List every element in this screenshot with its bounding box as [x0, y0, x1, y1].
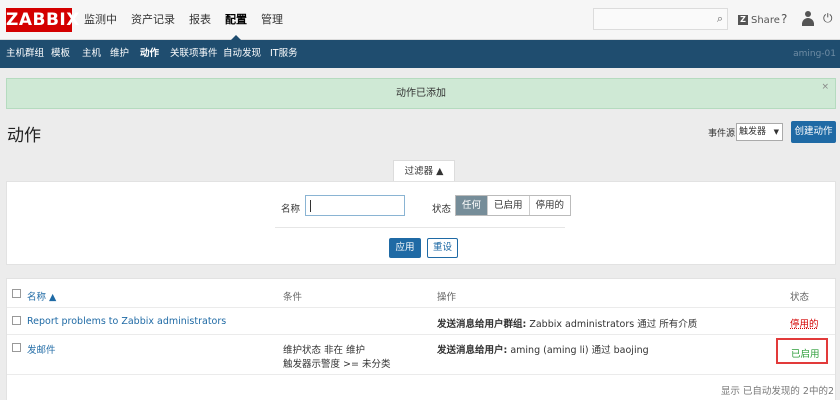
subnav-correlation[interactable]: 关联项事件	[170, 40, 218, 68]
action-name-link[interactable]: 发邮件	[27, 342, 56, 356]
status-option-any[interactable]: 任何	[456, 196, 489, 215]
nav-administration[interactable]: 管理	[261, 0, 283, 40]
dropdown-arrow-icon: ▼	[773, 128, 779, 136]
search-icon[interactable]: ⌕	[717, 12, 723, 26]
operation-type: 发送消息给用户群组:	[437, 319, 527, 330]
nav-configuration[interactable]: 配置	[225, 0, 247, 40]
action-operations: 发送消息给用户群组: Zabbix administrators 通过 所有介质	[437, 316, 697, 330]
zabbix-logo[interactable]: ZABBIX	[6, 8, 79, 32]
event-source-value: 触发器	[739, 127, 767, 137]
search-input[interactable]: ⌕	[593, 8, 728, 30]
column-name-header[interactable]: 名称 ▲	[27, 289, 56, 303]
action-name-link[interactable]: Report problems to Zabbix administrators	[27, 316, 226, 327]
close-icon[interactable]: ×	[821, 82, 829, 92]
operation-detail: Zabbix administrators 通过 所有介质	[526, 319, 698, 330]
column-conditions-header: 条件	[283, 292, 303, 303]
subnav-host-groups[interactable]: 主机群组	[6, 40, 44, 68]
status-enabled-highlight: 已启用	[776, 338, 828, 364]
main-nav: 监测中 资产记录 报表 配置 管理	[84, 0, 297, 40]
status-option-enabled[interactable]: 已启用	[488, 196, 530, 215]
status-option-disabled[interactable]: 停用的	[530, 196, 571, 215]
filter-panel	[6, 181, 836, 265]
nav-inventory[interactable]: 资产记录	[131, 0, 175, 40]
filter-name-input[interactable]	[305, 195, 405, 216]
table-row: Report problems to Zabbix administrators…	[7, 308, 835, 335]
subnav-discovery[interactable]: 自动发现	[223, 40, 261, 68]
row-checkbox[interactable]	[12, 316, 21, 325]
user-profile-icon[interactable]	[801, 11, 815, 27]
filter-divider	[275, 227, 565, 228]
status-enabled-link[interactable]: 已启用	[791, 346, 820, 360]
event-source-label: 事件源	[708, 129, 736, 139]
filter-status-label: 状态	[432, 204, 452, 215]
row-checkbox[interactable]	[12, 343, 21, 352]
success-message-text: 动作已添加	[396, 88, 446, 99]
nav-monitoring[interactable]: 监测中	[84, 0, 117, 40]
text-caret	[310, 200, 311, 212]
action-condition: 维护状态 非在 维护	[283, 345, 366, 356]
subnav-templates[interactable]: 模板	[51, 40, 70, 68]
table-row: 发邮件 维护状态 非在 维护 触发器示警度 >= 未分类 发送消息给用户: am…	[7, 335, 835, 375]
apply-button[interactable]: 应用	[389, 238, 421, 258]
subnav-maintenance[interactable]: 维护	[110, 40, 129, 68]
table-footer-count: 显示 已自动发现的 2中的2	[720, 386, 834, 397]
operation-detail: aming (aming li) 通过 baojing	[507, 345, 649, 356]
share-button[interactable]: Z Share	[738, 13, 780, 27]
table-header-row: 名称 ▲ 条件 操作 状态	[7, 279, 835, 308]
nav-reports[interactable]: 报表	[189, 0, 211, 40]
action-operations: 发送消息给用户: aming (aming li) 通过 baojing	[437, 342, 649, 356]
actions-table: 名称 ▲ 条件 操作 状态 Report problems to Zabbix …	[6, 278, 836, 400]
subnav-actions[interactable]: 动作	[140, 40, 159, 68]
reset-button[interactable]: 重设	[427, 238, 458, 258]
filter-toggle-tab[interactable]: 过滤器 ▲	[393, 160, 455, 182]
nav-configuration-label: 配置	[225, 13, 247, 26]
operation-type: 发送消息给用户:	[437, 345, 508, 356]
page-title: 动作	[7, 126, 41, 146]
sub-nav: 主机群组 模板 主机 维护 动作 关联项事件 自动发现 IT服务 aming-0…	[0, 40, 840, 68]
share-label: Share	[751, 14, 780, 26]
logout-icon[interactable]: ⏻	[823, 11, 833, 26]
success-message: 动作已添加 ×	[6, 78, 836, 109]
filter-status-segmented: 任何 已启用 停用的	[455, 195, 572, 216]
select-all-checkbox[interactable]	[12, 289, 21, 298]
action-condition: 触发器示警度 >= 未分类	[283, 359, 391, 370]
column-status-header: 状态	[790, 292, 810, 303]
filter-name-label: 名称	[281, 204, 301, 215]
subnav-it-services[interactable]: IT服务	[270, 40, 298, 68]
current-user: aming-01	[793, 49, 836, 59]
event-source-select[interactable]: 触发器 ▼	[736, 123, 783, 141]
share-z-icon: Z	[738, 15, 748, 25]
top-header: ZABBIX 监测中 资产记录 报表 配置 管理 ⌕ Z Share ? ⏻	[0, 0, 840, 40]
subnav-hosts[interactable]: 主机	[82, 40, 101, 68]
status-disabled-link[interactable]: 停用的	[790, 316, 819, 330]
column-operations-header: 操作	[437, 292, 457, 303]
create-action-button[interactable]: 创建动作	[791, 121, 836, 143]
help-icon[interactable]: ?	[781, 12, 787, 26]
